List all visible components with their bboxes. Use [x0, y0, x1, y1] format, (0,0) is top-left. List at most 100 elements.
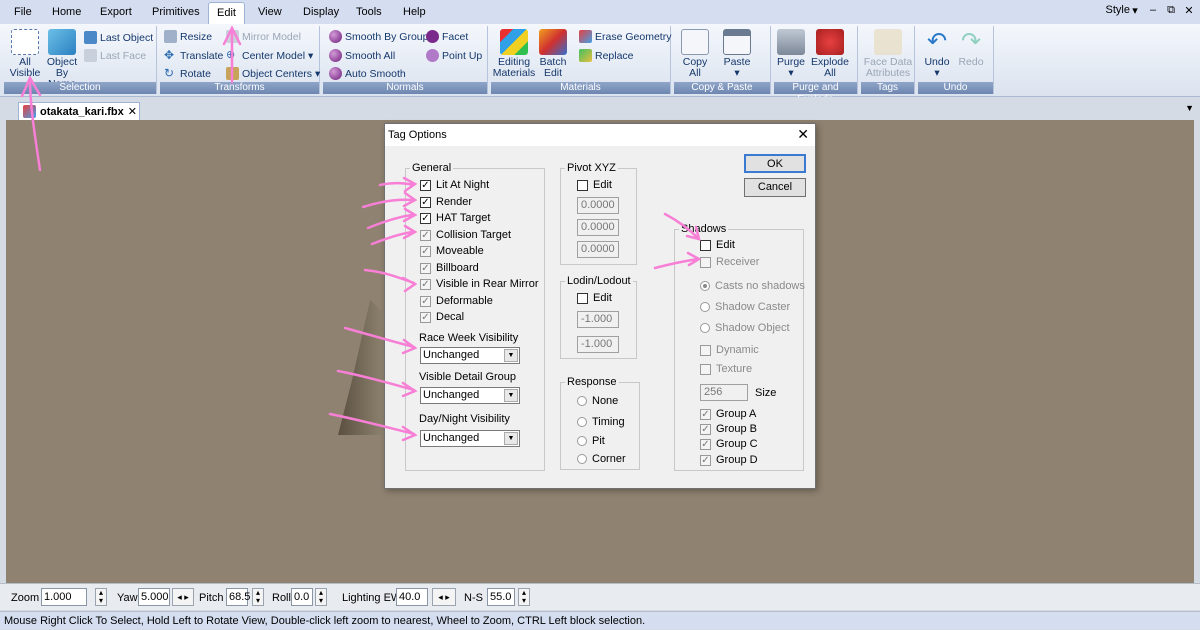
roll-spinner[interactable]: ▴ ▾: [315, 588, 327, 606]
shadow-object-radio[interactable]: Shadow Object: [700, 322, 790, 334]
minimize-icon[interactable]: –: [1146, 4, 1160, 16]
yaw-input[interactable]: 5.000: [138, 588, 170, 606]
last-face-button[interactable]: Last Face: [84, 49, 146, 62]
lodin-edit-checkbox[interactable]: Edit: [577, 292, 612, 304]
menu-export[interactable]: Export: [92, 2, 140, 22]
style-dropdown-icon[interactable]: ▾: [1128, 4, 1142, 17]
collision-target-checkbox[interactable]: ✓ Collision Target: [420, 229, 511, 241]
redo-button[interactable]: ↷ Redo: [956, 29, 986, 68]
last-object-button[interactable]: Last Object: [84, 31, 153, 44]
race-week-visibility-select[interactable]: Unchanged ▼: [420, 347, 520, 364]
undo-button[interactable]: ↶ Undo ▾: [922, 29, 952, 79]
purge-button[interactable]: Purge ▾: [776, 29, 806, 79]
cancel-button[interactable]: Cancel: [744, 178, 806, 197]
batch-edit-button[interactable]: Batch Edit: [537, 29, 569, 79]
object-centers-button[interactable]: Object Centers ▾: [226, 67, 320, 80]
lodout-field[interactable]: -1.000: [577, 336, 619, 353]
all-visible-button[interactable]: All Visible: [7, 29, 43, 79]
face-data-attributes-button[interactable]: Face Data Attributes: [863, 29, 913, 79]
materials-group-label: Materials: [491, 82, 670, 94]
close-app-icon[interactable]: ✕: [1182, 4, 1196, 17]
rotate-button[interactable]: ↻ Rotate: [164, 67, 211, 80]
smooth-by-group-button[interactable]: Smooth By Group: [329, 30, 428, 43]
ns-spinner[interactable]: ▴ ▾: [518, 588, 530, 606]
close-tab-icon[interactable]: ✕: [128, 105, 137, 118]
ok-button[interactable]: OK: [744, 154, 806, 173]
response-corner-radio[interactable]: Corner: [577, 453, 626, 465]
shadow-size-field[interactable]: 256: [700, 384, 748, 401]
response-none-radio[interactable]: None: [577, 395, 618, 407]
pivot-x-field[interactable]: 0.0000: [577, 197, 619, 214]
shadows-edit-checkbox[interactable]: Edit: [700, 239, 735, 251]
visible-in-rear-mirror-checkbox[interactable]: ✓ Visible in Rear Mirror: [420, 278, 539, 290]
selection-group-label: Selection: [4, 82, 156, 94]
deformable-checkbox[interactable]: ✓ Deformable: [420, 295, 493, 307]
pitch-spinner[interactable]: ▴ ▾: [252, 588, 264, 606]
editing-materials-button[interactable]: Editing Materials: [493, 29, 535, 79]
chevron-down-icon: ▾: [308, 49, 314, 62]
object-by-name-button[interactable]: Object By Name: [44, 29, 80, 90]
dynamic-checkbox[interactable]: Dynamic: [700, 344, 759, 356]
auto-smooth-button[interactable]: Auto Smooth: [329, 67, 406, 80]
hat-target-checkbox[interactable]: ✓ HAT Target: [420, 212, 490, 224]
group-a-checkbox[interactable]: ✓ Group A: [700, 408, 756, 420]
explode-all-button[interactable]: Explode All: [810, 29, 850, 79]
ns-input[interactable]: 55.0: [487, 588, 515, 606]
group-b-checkbox[interactable]: ✓ Group B: [700, 423, 757, 435]
lighting-ew-arrows[interactable]: ◂ ▸: [432, 588, 456, 606]
lighting-ew-input[interactable]: 40.0: [396, 588, 428, 606]
menu-file[interactable]: File: [6, 2, 40, 22]
document-tab[interactable]: otakata_kari.fbx ✕: [18, 102, 140, 120]
mirror-model-button[interactable]: Mirror Model: [226, 30, 301, 43]
day-night-visibility-select[interactable]: Unchanged ▼: [420, 430, 520, 447]
roll-label: Roll: [272, 592, 291, 604]
roll-input[interactable]: 0.0: [291, 588, 313, 606]
decal-checkbox[interactable]: ✓ Decal: [420, 311, 464, 323]
response-pit-radio[interactable]: Pit: [577, 435, 605, 447]
pivot-z-field[interactable]: 0.0000: [577, 241, 619, 258]
tab-list-dropdown-icon[interactable]: ▼: [1185, 103, 1194, 113]
menu-display[interactable]: Display: [295, 2, 347, 22]
group-c-checkbox[interactable]: ✓ Group C: [700, 438, 758, 450]
replace-button[interactable]: Replace: [579, 49, 634, 62]
receiver-checkbox[interactable]: Receiver: [700, 256, 759, 268]
visible-detail-group-select[interactable]: Unchanged ▼: [420, 387, 520, 404]
casts-no-shadows-radio[interactable]: Casts no shadows: [700, 280, 805, 292]
resize-button[interactable]: Resize: [164, 30, 212, 43]
restore-icon[interactable]: ⧉: [1164, 4, 1178, 17]
render-checkbox[interactable]: ✓ Render: [420, 196, 472, 208]
group-d-checkbox[interactable]: ✓ Group D: [700, 454, 758, 466]
checkbox-icon: [700, 256, 711, 268]
shadow-caster-radio[interactable]: Shadow Caster: [700, 301, 790, 313]
menu-home[interactable]: Home: [44, 2, 89, 22]
menu-view[interactable]: View: [250, 2, 290, 22]
paste-icon: [723, 29, 751, 55]
menu-help[interactable]: Help: [395, 2, 434, 22]
menu-primitives[interactable]: Primitives: [144, 2, 208, 22]
point-up-button[interactable]: Point Up: [426, 49, 482, 62]
paste-button[interactable]: Paste ▾: [722, 29, 752, 79]
yaw-arrows[interactable]: ◂ ▸: [172, 588, 194, 606]
zoom-input[interactable]: 1.000: [41, 588, 87, 606]
moveable-checkbox[interactable]: ✓ Moveable: [420, 245, 484, 257]
pitch-input[interactable]: 68.5: [226, 588, 250, 606]
smooth-all-button[interactable]: Smooth All: [329, 49, 395, 62]
pivot-y-field[interactable]: 0.0000: [577, 219, 619, 236]
copy-all-button[interactable]: Copy All: [680, 29, 710, 79]
translate-button[interactable]: ✥ Translate: [164, 49, 223, 62]
dialog-close-icon[interactable]: ✕: [797, 127, 809, 141]
lodin-field[interactable]: -1.000: [577, 311, 619, 328]
menu-edit[interactable]: Edit: [208, 2, 245, 24]
billboard-checkbox[interactable]: ✓ Billboard: [420, 262, 479, 274]
facet-button[interactable]: Facet: [426, 30, 468, 43]
pivot-edit-checkbox[interactable]: Edit: [577, 179, 612, 191]
lit-at-night-checkbox[interactable]: ✓ Lit At Night: [420, 179, 489, 191]
texture-checkbox[interactable]: Texture: [700, 363, 752, 375]
erase-geometry-button[interactable]: Erase Geometry: [579, 30, 671, 43]
zoom-spinner[interactable]: ▴ ▾: [95, 588, 107, 606]
center-model-button[interactable]: ⊕ Center Model ▾: [226, 49, 313, 62]
response-timing-radio[interactable]: Timing: [577, 416, 625, 428]
copy-paste-group: Copy All Paste ▾ Copy & Paste: [674, 26, 771, 94]
menu-tools[interactable]: Tools: [348, 2, 390, 22]
style-menu[interactable]: Style: [1106, 4, 1130, 16]
